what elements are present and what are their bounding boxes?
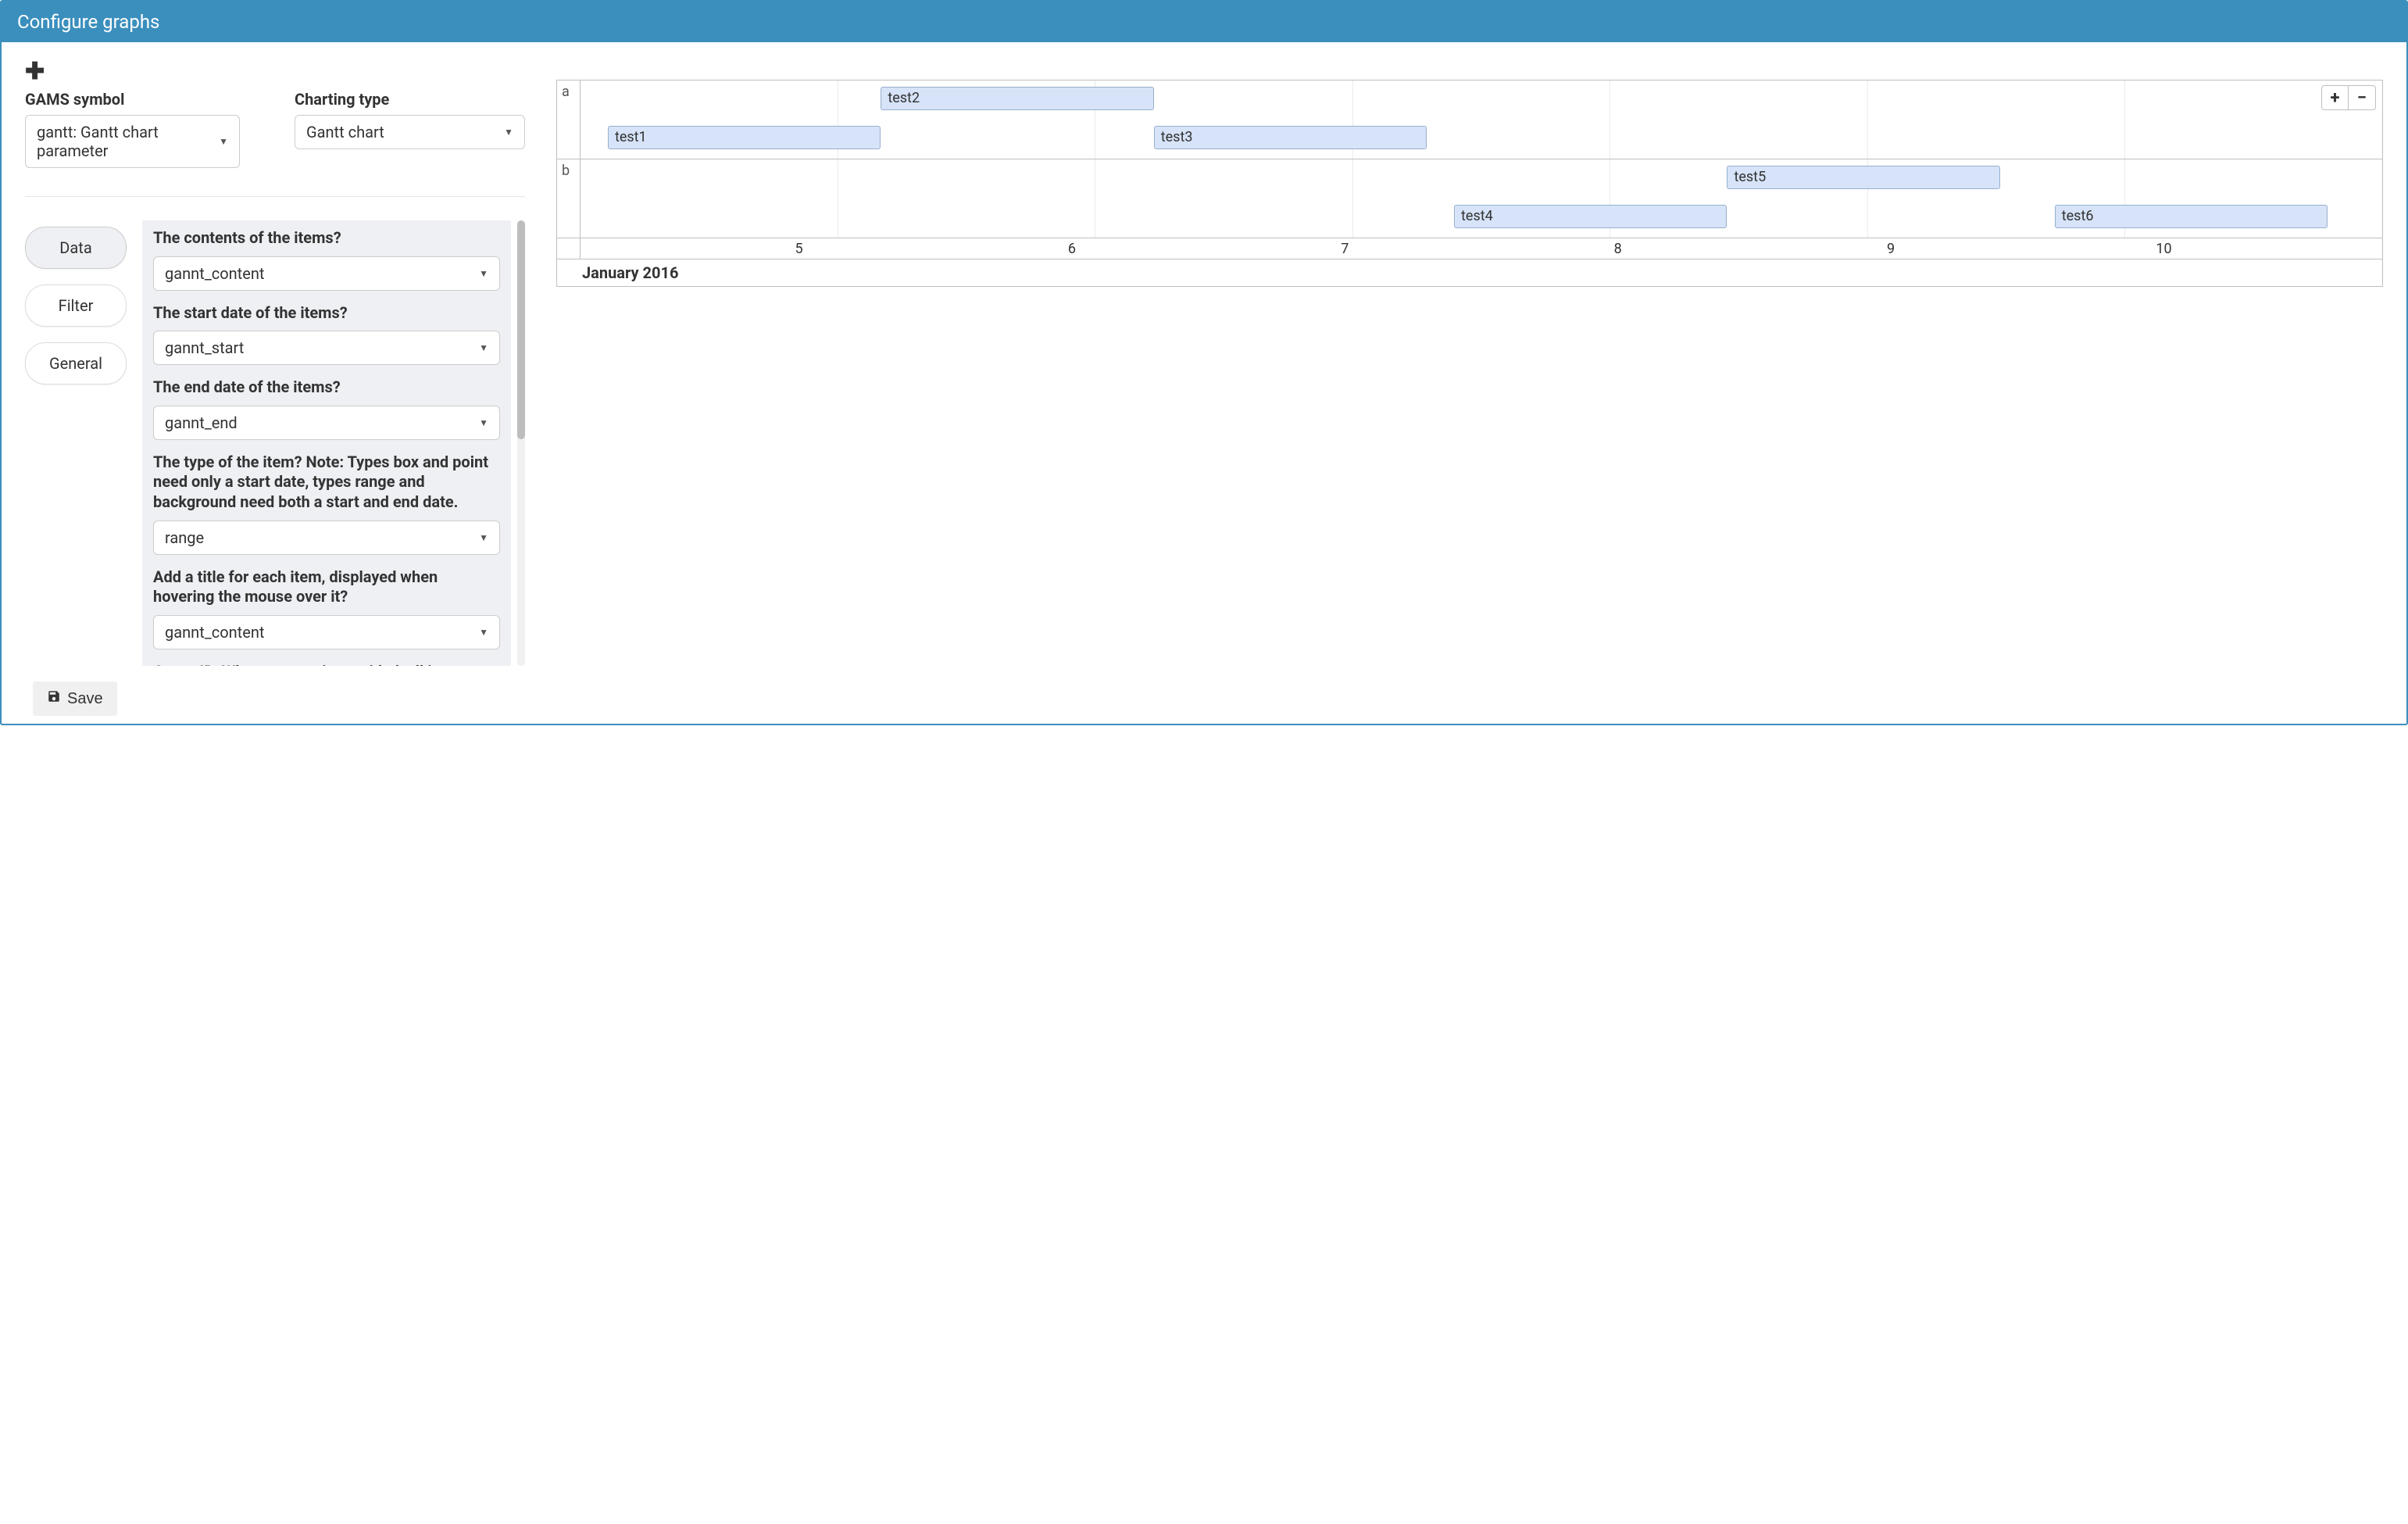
- field-label: The contents of the items?: [153, 228, 500, 249]
- field-value: gannt_end: [165, 413, 238, 432]
- save-icon: [47, 689, 61, 708]
- charting-type-label: Charting type: [295, 90, 525, 109]
- field-value: gannt_content: [165, 623, 264, 642]
- caret-down-icon: ▼: [504, 127, 513, 138]
- tab-data[interactable]: Data: [25, 227, 127, 269]
- caret-down-icon: ▼: [479, 532, 488, 543]
- gantt-canvas: test1test2test3: [581, 80, 2382, 159]
- gams-symbol-select[interactable]: gantt: Gantt chart parameter ▼: [25, 115, 240, 168]
- scrollbar[interactable]: [517, 220, 525, 666]
- charting-type-select[interactable]: Gantt chart ▼: [295, 115, 525, 149]
- field-block: The end date of the items? gannt_end ▼: [153, 377, 500, 440]
- gantt-tick: 10: [2156, 241, 2171, 257]
- field-block: The start date of the items? gannt_start ▼: [153, 303, 500, 366]
- gantt-axis: 5 6 7 8 9 10: [557, 238, 2382, 259]
- gantt-item[interactable]: test4: [1454, 205, 1727, 228]
- gams-symbol-label: GAMS symbol: [25, 90, 240, 109]
- gantt-tick: 6: [1068, 241, 1076, 257]
- tab-filter[interactable]: Filter: [25, 284, 127, 327]
- caret-down-icon: ▼: [219, 136, 228, 147]
- gantt-canvas: test4test5 test6: [581, 159, 2382, 238]
- field-block: The type of the item? Note: Types box an…: [153, 453, 500, 555]
- gantt-chart: + − atest1test2test3btest4test5test65678…: [556, 80, 2383, 287]
- caret-down-icon: ▼: [479, 627, 488, 638]
- field-select[interactable]: gannt_content ▼: [153, 615, 500, 649]
- scrollbar-thumb[interactable]: [517, 220, 525, 439]
- add-icon[interactable]: ✚: [25, 58, 48, 85]
- gantt-month-row: January 2016: [557, 259, 2382, 286]
- field-value: gannt_start: [165, 338, 244, 357]
- field-select[interactable]: gannt_end ▼: [153, 406, 500, 440]
- field-label: Group ID. When a group is provided, all …: [153, 662, 500, 666]
- save-button[interactable]: Save: [33, 682, 117, 716]
- save-button-label: Save: [67, 690, 103, 708]
- field-select[interactable]: gannt_start ▼: [153, 331, 500, 365]
- gantt-item[interactable]: test1: [608, 126, 881, 149]
- gantt-row: atest1test2test3: [557, 80, 2382, 159]
- field-label: The start date of the items?: [153, 303, 500, 324]
- gantt-group-label: b: [557, 159, 581, 238]
- gantt-tick: 7: [1341, 241, 1349, 257]
- field-label: Add a title for each item, displayed whe…: [153, 567, 500, 607]
- gantt-tick: 5: [795, 241, 802, 257]
- field-block: Add a title for each item, displayed whe…: [153, 567, 500, 649]
- field-label: The end date of the items?: [153, 377, 500, 398]
- charting-type-value: Gantt chart: [306, 123, 384, 141]
- gantt-item[interactable]: test6: [2055, 205, 2328, 228]
- gantt-tick: 9: [1887, 241, 1895, 257]
- field-block: Group ID. When a group is provided, all …: [153, 662, 500, 666]
- field-select[interactable]: range ▼: [153, 521, 500, 555]
- gantt-item[interactable]: test5: [1727, 166, 1999, 189]
- field-value: range: [165, 528, 204, 547]
- caret-down-icon: ▼: [479, 342, 488, 353]
- gantt-month-label: January 2016: [557, 259, 686, 286]
- gantt-row: b test4test5 test6: [557, 159, 2382, 238]
- field-value: gannt_content: [165, 264, 264, 283]
- gantt-item[interactable]: test3: [1154, 126, 1427, 149]
- caret-down-icon: ▼: [479, 417, 488, 428]
- caret-down-icon: ▼: [479, 268, 488, 279]
- divider: [25, 196, 525, 197]
- tab-general[interactable]: General: [25, 342, 127, 385]
- field-label: The type of the item? Note: Types box an…: [153, 453, 500, 513]
- configure-graphs-panel: Configure graphs ✚ GAMS symbol gantt: Ga…: [0, 0, 2408, 725]
- field-select[interactable]: gannt_content ▼: [153, 256, 500, 291]
- zoom-out-button[interactable]: −: [2349, 86, 2375, 109]
- gams-symbol-value: gantt: Gantt chart parameter: [37, 123, 219, 160]
- gantt-item[interactable]: test2: [881, 87, 1153, 110]
- zoom-in-button[interactable]: +: [2322, 86, 2349, 109]
- panel-title: Configure graphs: [2, 2, 2406, 42]
- gantt-group-label: a: [557, 80, 581, 159]
- gantt-tick: 8: [1614, 241, 1622, 257]
- field-block: The contents of the items? gannt_content ▼: [153, 228, 500, 291]
- zoom-controls: + −: [2321, 85, 2376, 110]
